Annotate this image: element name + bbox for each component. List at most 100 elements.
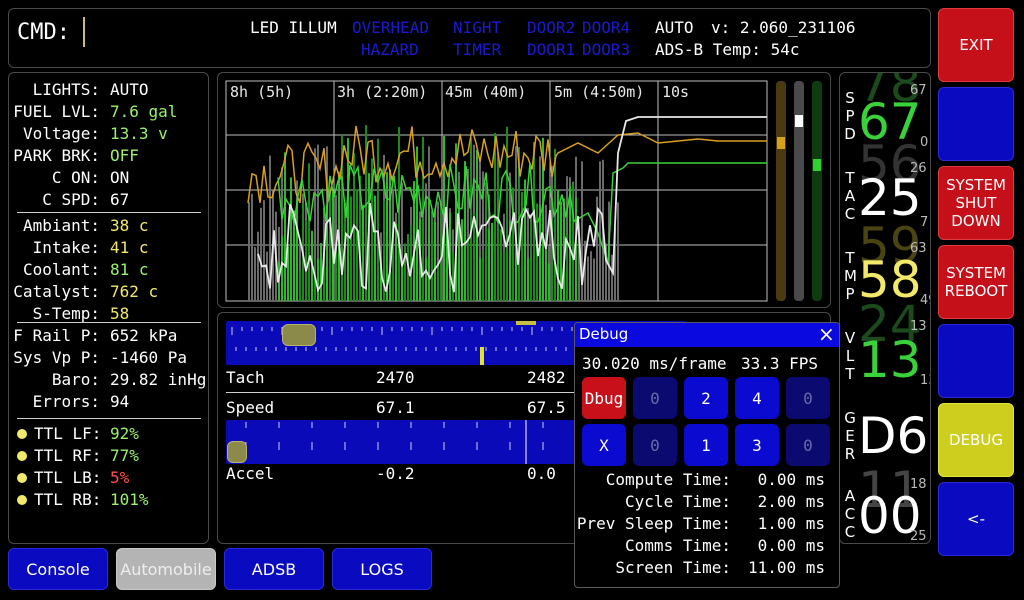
debug-titlebar[interactable]: Debug × (575, 323, 839, 347)
time-label: 45m (40m) (445, 83, 526, 101)
acc-min: 25 (910, 529, 927, 544)
blank-button-2[interactable] (938, 324, 1014, 398)
divider (17, 322, 201, 323)
tire-value: 101% (110, 490, 149, 509)
tach-value-1: 2470 (376, 368, 415, 387)
gauge-panel: SPD 78 67 67 0 TAC 56 25 26 7 TMP 59 58 … (839, 72, 931, 544)
debug-toggle-button[interactable]: 0 (786, 377, 830, 419)
bar-track (812, 81, 822, 301)
tac-value: 25 (858, 169, 922, 227)
status-label: Sys Vp P: (13, 348, 100, 367)
toggle-overhead[interactable]: OVERHEAD (352, 17, 429, 39)
status-label: Catalyst: (13, 282, 100, 301)
status-dot-icon (17, 495, 27, 505)
status-label: Coolant: (22, 260, 100, 279)
ger-label: GER (844, 409, 856, 463)
close-icon[interactable]: × (818, 323, 835, 346)
time-label: 3h (2:20m) (337, 83, 427, 101)
toggle-timer[interactable]: TIMER (453, 39, 501, 61)
debug-time-value: 11.00 ms (747, 558, 825, 577)
toggle-door3[interactable]: DOOR3 (582, 39, 630, 61)
debug-time-value: 0.00 ms (757, 536, 825, 555)
debug-toggle-button[interactable]: 0 (633, 424, 677, 466)
led-illum-label: LED ILLUM (250, 18, 337, 37)
tach-label: Tach (226, 368, 265, 387)
status-value: OFF (110, 146, 139, 165)
tac-max: 26 (910, 161, 927, 176)
tab-console[interactable]: Console (8, 548, 108, 590)
debug-time-label: Compute Time: (605, 470, 731, 489)
shutdown-button[interactable]: SYSTEM SHUT DOWN (938, 166, 1014, 240)
time-label: 5m (4:50m) (554, 83, 644, 101)
tach-needle (480, 347, 484, 365)
debug-toggle-button[interactable]: 4 (735, 377, 779, 419)
tmp-label: TMP (844, 249, 857, 303)
toggle-night[interactable]: NIGHT (453, 17, 501, 39)
status-value: -1460 Pa (110, 348, 188, 367)
divider (17, 212, 201, 213)
status-dot-icon (17, 473, 27, 483)
tach-value-2: 2482 (527, 368, 566, 387)
status-value: 13.3 v (110, 124, 168, 143)
tire-label: TTL LF: (34, 424, 102, 443)
fps-value: 33.3 FPS (741, 354, 819, 373)
debug-toggle-button[interactable]: 3 (735, 424, 779, 466)
debug-toggle-button[interactable]: 1 (684, 424, 728, 466)
status-value: 762 c (110, 282, 159, 301)
status-value: 38 c (110, 216, 149, 235)
reboot-button[interactable]: SYSTEM REBOOT (938, 245, 1014, 319)
debug-time-label: Prev Sleep Time: (576, 514, 731, 533)
acc-label: ACC (844, 487, 856, 541)
debug-time-value: 1.00 ms (757, 514, 825, 533)
status-label: Errors: (32, 392, 100, 411)
tire-value: 77% (110, 446, 139, 465)
status-label: C ON: (51, 168, 100, 187)
debug-toggle-button[interactable]: Dbug (582, 377, 626, 419)
status-dot-icon (17, 451, 27, 461)
status-label: LIGHTS: (32, 80, 100, 99)
accel-slider-handle[interactable] (227, 441, 247, 463)
status-value: 7.6 gal (110, 102, 178, 121)
tab-logs[interactable]: LOGS (332, 548, 432, 590)
debug-time-label: Screen Time: (615, 558, 731, 577)
acc-max: 18 (910, 477, 927, 492)
status-value: ON (110, 168, 130, 187)
debug-toggle-button[interactable]: 2 (684, 377, 728, 419)
tmp-max: 63 (910, 241, 927, 256)
tach-slider-handle[interactable] (282, 324, 316, 346)
toggle-door1[interactable]: DOOR1 (527, 39, 575, 61)
status-label: C SPD: (42, 190, 100, 209)
adsb-temp-text: ADS-B Temp: 54c (655, 40, 800, 59)
back-button[interactable]: <- (938, 482, 1014, 556)
bar-track (794, 81, 804, 301)
accel-value-1: -0.2 (376, 464, 415, 483)
toggle-door4[interactable]: DOOR4 (582, 17, 630, 39)
blank-button-1[interactable] (938, 87, 1014, 161)
status-value: 94 (110, 392, 130, 411)
vlt-max: 13 (910, 319, 927, 334)
bar-track (776, 81, 786, 301)
status-label: F Rail P: (13, 326, 100, 345)
status-value: 41 c (110, 238, 149, 257)
cmd-input-cursor[interactable] (83, 17, 85, 47)
debug-toggle-button[interactable]: 0 (786, 424, 830, 466)
speed-value-1: 67.1 (376, 398, 415, 417)
header-panel: CMD: LED ILLUM OVERHEAD HAZARD NIGHT TIM… (8, 8, 931, 68)
debug-toggle-button[interactable]: 0 (633, 377, 677, 419)
history-graph: 8h (5h) 3h (2:20m) 45m (40m) 5m (4:50m) 10s (225, 80, 822, 302)
debug-button[interactable]: DEBUG (938, 403, 1014, 477)
exit-button[interactable]: EXIT (938, 8, 1014, 82)
speed-label: Speed (226, 398, 275, 417)
toggle-hazard[interactable]: HAZARD (361, 39, 419, 61)
debug-title: Debug (579, 325, 629, 343)
status-value: 652 kPa (110, 326, 178, 345)
tab-adsb[interactable]: ADSB (224, 548, 324, 590)
tire-value: 5% (110, 468, 130, 487)
toggle-door2[interactable]: DOOR2 (527, 17, 575, 39)
status-label: Voltage: (22, 124, 100, 143)
tire-label: TTL RB: (34, 490, 102, 509)
debug-toggle-button[interactable]: X (582, 424, 626, 466)
status-value: 81 c (110, 260, 149, 279)
tach-marker (516, 321, 536, 325)
tab-automobile[interactable]: Automobile (116, 548, 216, 590)
